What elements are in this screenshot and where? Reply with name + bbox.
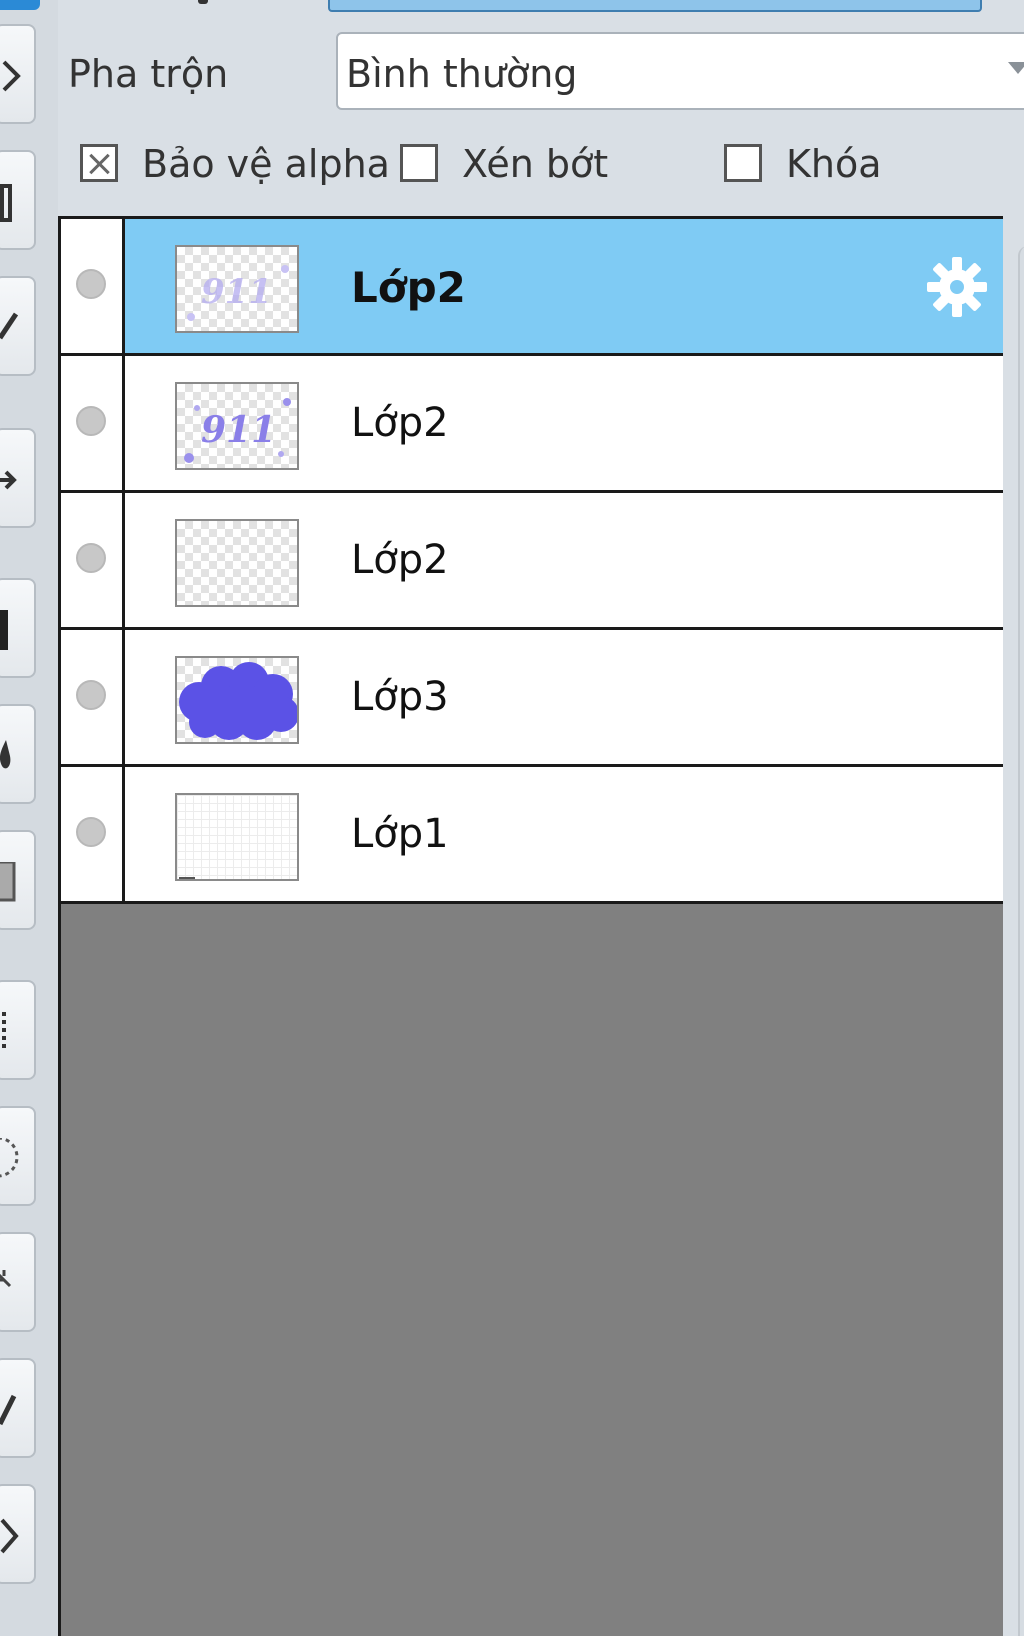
- visibility-column: [61, 630, 125, 764]
- protect-alpha-label: Bảo vệ alpha: [142, 142, 390, 186]
- layer-thumbnail: [175, 519, 299, 607]
- lettering-faint-thumbnail-icon: 911: [187, 265, 289, 321]
- layer-name: Lớp2: [351, 537, 449, 583]
- layer-main[interactable]: 911 Lớp2: [125, 219, 1003, 353]
- layer-thumbnail: 911: [175, 382, 299, 470]
- layer-name: Lớp3: [351, 674, 449, 720]
- layer-panel: Pha trộn Bình thường Bảo vệ alpha Xén bớ…: [58, 0, 1024, 1636]
- lasso-tool-icon: [0, 1138, 19, 1178]
- visibility-dot-icon[interactable]: [76, 269, 106, 299]
- layer-row[interactable]: 911 Lớp2: [61, 356, 1003, 493]
- tool-button-wand[interactable]: [0, 1232, 36, 1332]
- visibility-dot-icon[interactable]: [76, 680, 106, 710]
- diamond-tool-icon: [2, 60, 21, 92]
- tool-button-rectangle[interactable]: [0, 150, 36, 250]
- rectangle-tool-icon: [0, 184, 12, 222]
- clipping-checkbox[interactable]: [400, 144, 438, 182]
- lock-checkbox[interactable]: [724, 144, 762, 182]
- clipping-label: Xén bớt: [462, 142, 609, 186]
- fill-tool-icon: [0, 862, 16, 902]
- tool-button-eyedropper[interactable]: [0, 1358, 36, 1458]
- tool-button-diamond[interactable]: [0, 24, 36, 124]
- dotted-select-icon: [2, 1012, 6, 1052]
- layer-row[interactable]: Lớp2: [61, 493, 1003, 630]
- visibility-column: [61, 493, 125, 627]
- layer-row[interactable]: Lớp1: [61, 767, 1003, 904]
- pen-tool-icon: [0, 312, 19, 340]
- bar-tool-icon: [0, 610, 8, 650]
- tool-button-bar[interactable]: [0, 578, 36, 678]
- layer-row-selected[interactable]: 911 Lớp2: [61, 216, 1003, 356]
- tool-button-lasso[interactable]: [0, 1106, 36, 1206]
- paper-thumbnail-icon: [179, 877, 195, 879]
- visibility-column: [61, 356, 125, 490]
- tool-button-fill[interactable]: [0, 830, 36, 930]
- visibility-column: [61, 767, 125, 901]
- blend-mode-value: Bình thường: [346, 52, 578, 96]
- tool-button-dotted[interactable]: [0, 980, 36, 1080]
- magic-wand-icon: [0, 1270, 12, 1288]
- opacity-label-fragment: [198, 0, 208, 4]
- layer-name: Lớp2: [351, 263, 466, 312]
- chevron-down-icon[interactable]: [1008, 62, 1024, 74]
- lettering-thumbnail-icon: 911: [184, 398, 291, 463]
- layer-main[interactable]: Lớp3: [125, 630, 1003, 764]
- eyedropper-icon: [0, 1394, 17, 1426]
- layer-list-scrollbar[interactable]: [1018, 246, 1024, 1636]
- blend-mode-select[interactable]: Bình thường: [336, 32, 1024, 110]
- tool-button-shape[interactable]: [0, 1484, 36, 1584]
- visibility-dot-icon[interactable]: [76, 543, 106, 573]
- shape-tool-icon: [0, 1518, 19, 1554]
- layer-name: Lớp1: [351, 811, 449, 857]
- layer-thumbnail: [175, 656, 299, 744]
- tool-button-pen[interactable]: [0, 276, 36, 376]
- svg-text:911: 911: [201, 409, 276, 451]
- visibility-dot-icon[interactable]: [76, 817, 106, 847]
- opacity-slider[interactable]: [328, 0, 982, 12]
- arrow-tool-icon: [0, 470, 17, 490]
- layer-list: 911 Lớp2 911 Lớp2 Lớp2 Lớp3 Lớp1: [58, 216, 1003, 1636]
- active-tool-indicator: [0, 0, 40, 10]
- lock-label: Khóa: [786, 142, 882, 186]
- layer-name: Lớp2: [351, 400, 449, 446]
- layer-thumbnail: [175, 793, 299, 881]
- visibility-dot-icon[interactable]: [76, 406, 106, 436]
- gear-icon[interactable]: [925, 255, 989, 319]
- svg-text:911: 911: [201, 272, 272, 312]
- layer-main[interactable]: 911 Lớp2: [125, 356, 1003, 490]
- drop-tool-icon: [0, 740, 11, 769]
- protect-alpha-checkbox[interactable]: [80, 144, 118, 182]
- layer-main[interactable]: Lớp1: [125, 767, 1003, 901]
- tool-strip: [0, 0, 60, 1636]
- blue-cloud-thumbnail-icon: [179, 662, 297, 740]
- blend-mode-label: Pha trộn: [68, 52, 229, 96]
- visibility-column: [61, 219, 125, 353]
- layer-main[interactable]: Lớp2: [125, 493, 1003, 627]
- layer-thumbnail: 911: [175, 245, 299, 333]
- layer-row[interactable]: Lớp3: [61, 630, 1003, 767]
- tool-button-arrow[interactable]: [0, 428, 36, 528]
- tool-button-drop[interactable]: [0, 704, 36, 804]
